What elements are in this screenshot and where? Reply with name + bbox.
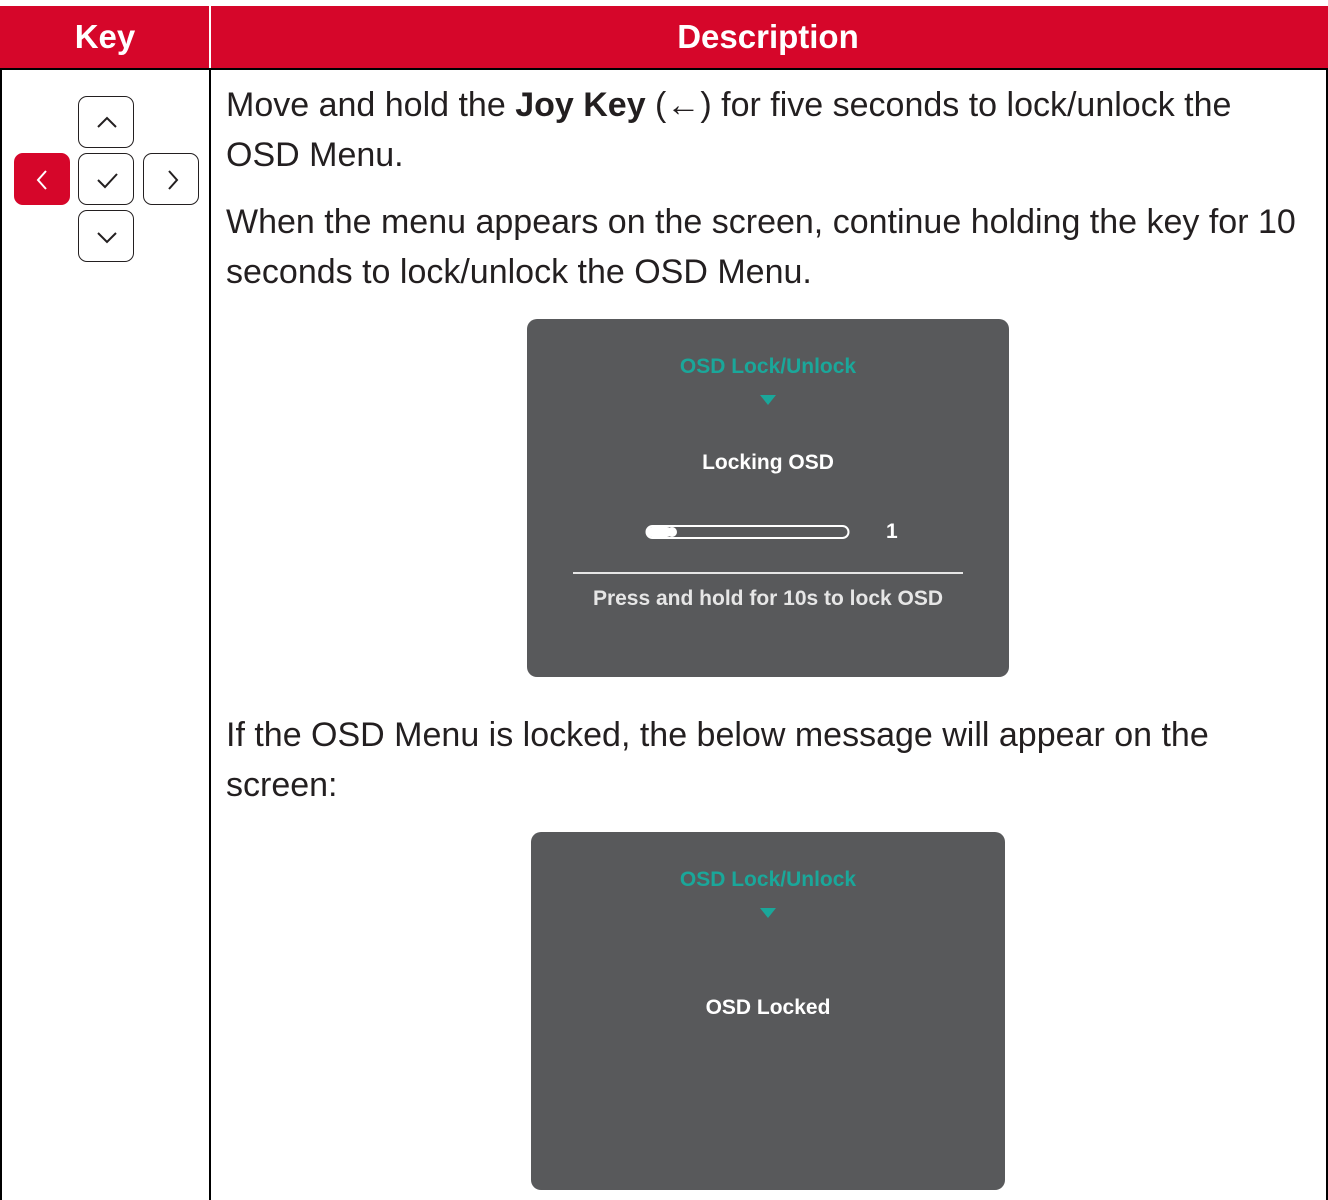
- table-left-border: [0, 68, 2, 1200]
- header-key: Key: [74, 18, 136, 55]
- slider-knob: [667, 527, 677, 537]
- osd-title: OSD Lock/Unlock: [679, 868, 857, 891]
- osd-status: OSD Locked: [705, 996, 831, 1019]
- joy-key-center-button: [78, 153, 134, 205]
- table-right-border: [1326, 68, 1328, 1200]
- lock-progress-slider: [645, 525, 850, 539]
- joy-key-left-button: [14, 153, 70, 205]
- joy-key-term: Joy Key: [515, 86, 646, 124]
- chevron-down-icon: [97, 232, 117, 244]
- joy-key-right-button: [143, 153, 199, 205]
- key-description-table: Key Description Move and hold the Joy Ke…: [0, 0, 1328, 1200]
- description-paragraph-3: If the OSD Menu is locked, the below mes…: [226, 716, 1209, 804]
- description-paragraph-2: When the menu appears on the screen, con…: [226, 203, 1296, 291]
- check-icon: [97, 173, 118, 189]
- header-description: Description: [677, 18, 859, 55]
- osd-locked-screen: OSD Lock/Unlock OSD Locked: [531, 832, 1005, 1190]
- osd-status: Locking OSD: [702, 451, 834, 474]
- osd-hint: Press and hold for 10s to lock OSD: [592, 587, 944, 610]
- description-paragraph-1: Move and hold the Joy Key (←) for five s…: [226, 80, 1306, 180]
- progress-value: 1: [886, 520, 898, 543]
- osd-title: OSD Lock/Unlock: [679, 355, 857, 378]
- joy-key-down-button: [78, 210, 134, 262]
- triangle-down-icon: [760, 395, 776, 405]
- row-top-border: [0, 68, 1328, 70]
- joy-key-up-button: [78, 96, 134, 148]
- chevron-right-icon: [168, 170, 179, 190]
- chevron-up-icon: [97, 116, 117, 128]
- table-header: Key Description: [0, 6, 1328, 68]
- p1-text-start: Move and hold the: [226, 86, 516, 124]
- chevron-left-icon: [36, 170, 47, 190]
- osd-locking-screen: OSD Lock/Unlock Locking OSD 1 Press and …: [527, 319, 1009, 677]
- osd-divider: [573, 572, 963, 574]
- triangle-down-icon: [760, 908, 776, 918]
- column-divider: [209, 68, 211, 1200]
